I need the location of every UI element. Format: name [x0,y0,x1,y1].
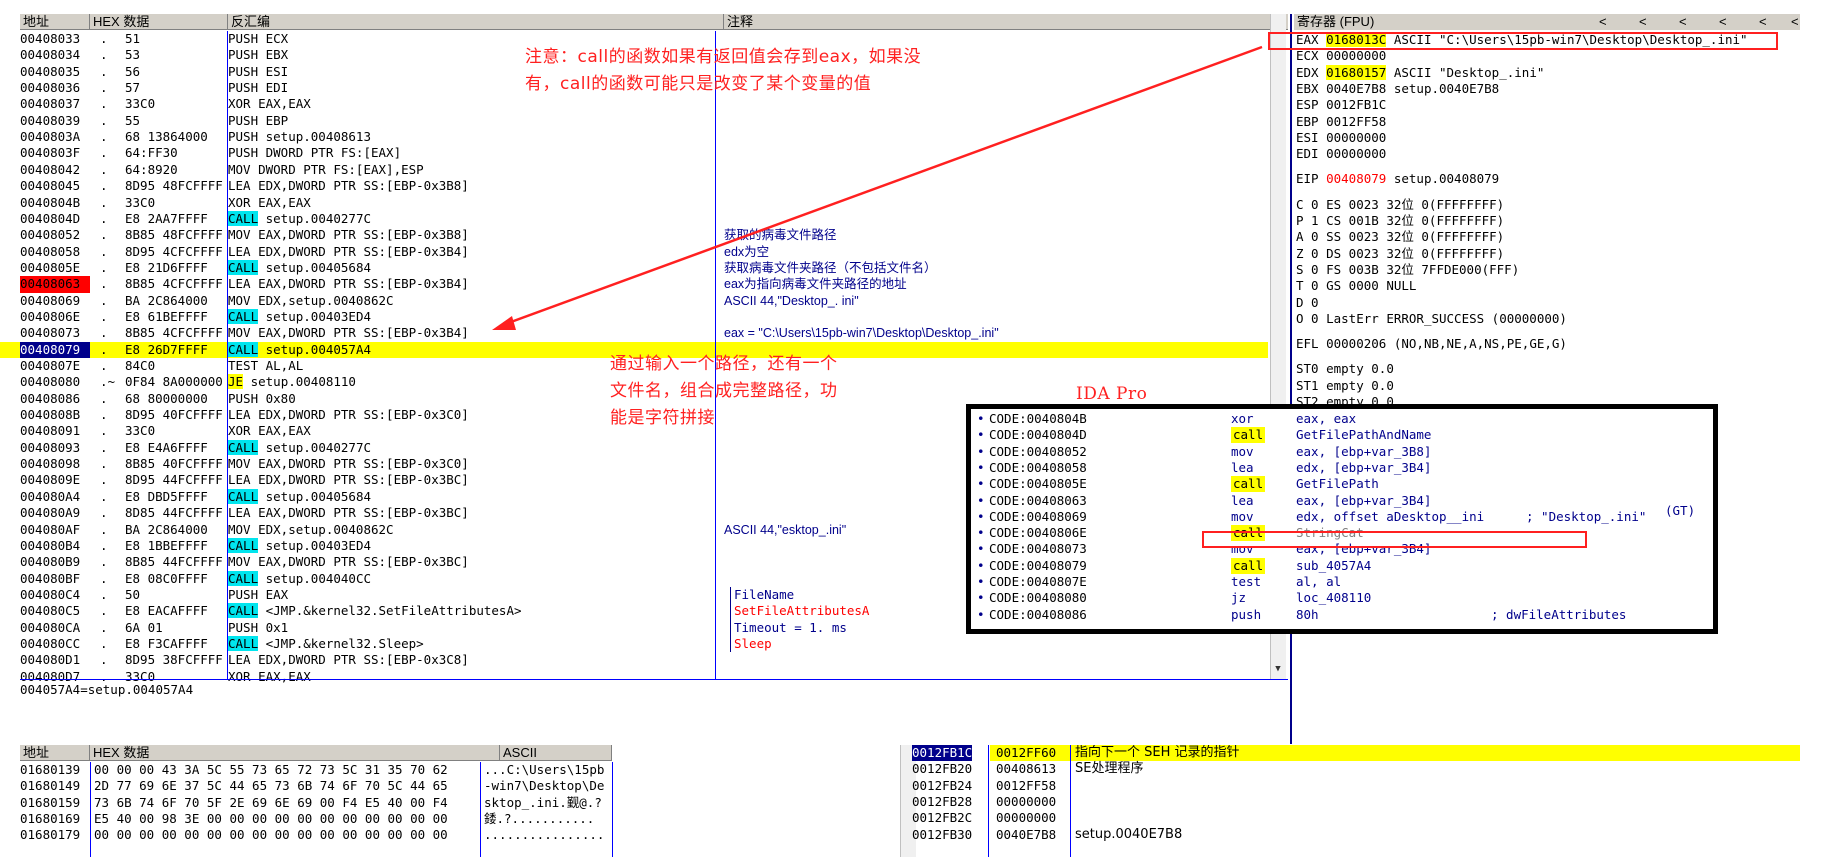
ida-pro-inset: • CODE:0040804B xor eax, eax • CODE:0040804D c… [966,404,1718,634]
ida-row: • CODE:00408080 jz loc_408110 [971,590,1711,606]
stack-comment: SE处理程序 [1075,761,1144,777]
ida-gt: (GT) [1665,503,1696,518]
ida-bullet: • [977,525,985,541]
ida-address: CODE:0040805E [989,476,1087,492]
ida-operand: GetFilePath [1296,476,1379,492]
stack-address[interactable]: 0012FB1C [912,745,973,761]
ida-bullet: • [977,574,985,589]
ida-address: CODE:0040804B [989,411,1087,426]
ida-row: • CODE:0040805E call GetFilePath [971,476,1711,493]
ida-operand: al, al [1296,574,1342,589]
ida-bullet: • [977,590,985,606]
stack-divider-1 [988,745,989,857]
ida-mnemonic: call [1231,427,1266,444]
ida-row: • CODE:00408086 push 80h ; dwFileAttributes [971,607,1711,623]
ida-address: CODE:00408063 [989,492,1087,508]
ida-row: • CODE:0040804B xor eax, eax [971,411,1711,427]
stack-value[interactable]: 00000000 [996,810,1056,826]
ida-row: • CODE:00408052 mov eax, [ebp+var_3B8] [971,444,1711,460]
ida-address: CODE:00408080 [989,590,1087,606]
ida-address: CODE:00408079 [989,557,1087,573]
stack-value[interactable]: 00000000 [996,794,1056,810]
ida-bullet: • [977,606,985,622]
ida-mnemonic: test [1231,574,1262,589]
ida-bullet: • [977,541,985,557]
ida-row: • CODE:0040807E test al, al [971,574,1711,590]
ida-address: CODE:00408052 [989,443,1087,459]
ida-address: CODE:0040807E [989,574,1087,589]
stringcat-red-box [1202,531,1587,548]
ida-address: CODE:00408086 [989,606,1087,622]
ida-operand: eax, [ebp+var_3B8] [1296,443,1432,459]
ida-comment: ; dwFileAttributes [1491,606,1627,622]
ida-mnemonic: mov [1231,508,1254,524]
ida-row: • CODE:00408079 call sub_4057A4 [971,557,1711,574]
ida-row: • CODE:00408058 lea edx, [ebp+var_3B4] [971,460,1711,476]
ida-row: • CODE:00408063 lea eax, [ebp+var_3B4] [971,493,1711,509]
arrow-line [499,45,1263,328]
stack-comment: 指向下一个 SEH 记录的指针 [1075,745,1240,760]
ida-address: CODE:00408069 [989,508,1087,524]
ida-bullet: • [977,443,985,459]
ida-operand: GetFilePathAndName [1296,427,1432,443]
ida-bullet: • [977,476,985,492]
ida-mnemonic: call [1231,476,1266,493]
stack-value[interactable]: 0040E7B8 [996,827,1056,843]
ida-operand: sub_4057A4 [1296,557,1372,573]
ida-mnemonic: lea [1231,459,1254,475]
ida-mnemonic: call [1231,557,1266,574]
ida-address: CODE:0040804D [989,427,1087,443]
stack-pane[interactable]: 0012FB1C 0012FF60 指向下一个 SEH 记录的指针 0012FB20 0… [0,745,1837,857]
stack-value[interactable]: 0012FF60 [996,745,1056,761]
ida-operand: edx, offset aDesktop__ini [1296,508,1485,524]
stack-comment: setup.0040E7B8 [1075,826,1183,842]
ida-mnemonic: mov [1231,443,1254,459]
ida-row: • CODE:00408069 mov edx, offset aDesktop__i… [971,509,1711,525]
ida-bullet: • [977,557,985,573]
stack-value[interactable]: 0012FF58 [996,778,1056,794]
stack-address[interactable]: 0012FB24 [912,778,972,794]
stack-address[interactable]: 0012FB20 [912,761,972,777]
ida-operand: eax, [ebp+var_3B4] [1296,492,1432,508]
ida-bullet: • [977,508,985,524]
ida-bullet: • [977,411,985,426]
ida-mnemonic: push [1231,606,1262,622]
ida-address: CODE:00408058 [989,459,1087,475]
arrow-head [492,316,516,330]
ida-address: CODE:0040806E [989,525,1087,541]
ida-operand: loc_408110 [1296,590,1372,606]
ida-bullet: • [977,492,985,508]
ida-bullet: • [977,427,985,443]
ida-operand: edx, [ebp+var_3B4] [1296,459,1432,475]
stack-address[interactable]: 0012FB30 [912,827,972,843]
ida-address: CODE:00408073 [989,541,1087,557]
ida-operand: eax, eax [1296,411,1357,426]
ida-row: • CODE:0040804D call GetFilePathAndName [971,427,1711,444]
stack-divider-2 [1070,745,1071,857]
ida-mnemonic: lea [1231,492,1254,508]
stack-address[interactable]: 0012FB2C [912,810,972,826]
ida-operand: 80h [1296,606,1319,622]
stack-address[interactable]: 0012FB28 [912,794,972,810]
ida-bullet: • [977,459,985,475]
ida-mnemonic: jz [1231,590,1247,606]
stack-value[interactable]: 00408613 [996,761,1056,777]
ida-comment: ; "Desktop_.ini" [1526,508,1647,524]
ida-mnemonic: xor [1231,411,1254,426]
